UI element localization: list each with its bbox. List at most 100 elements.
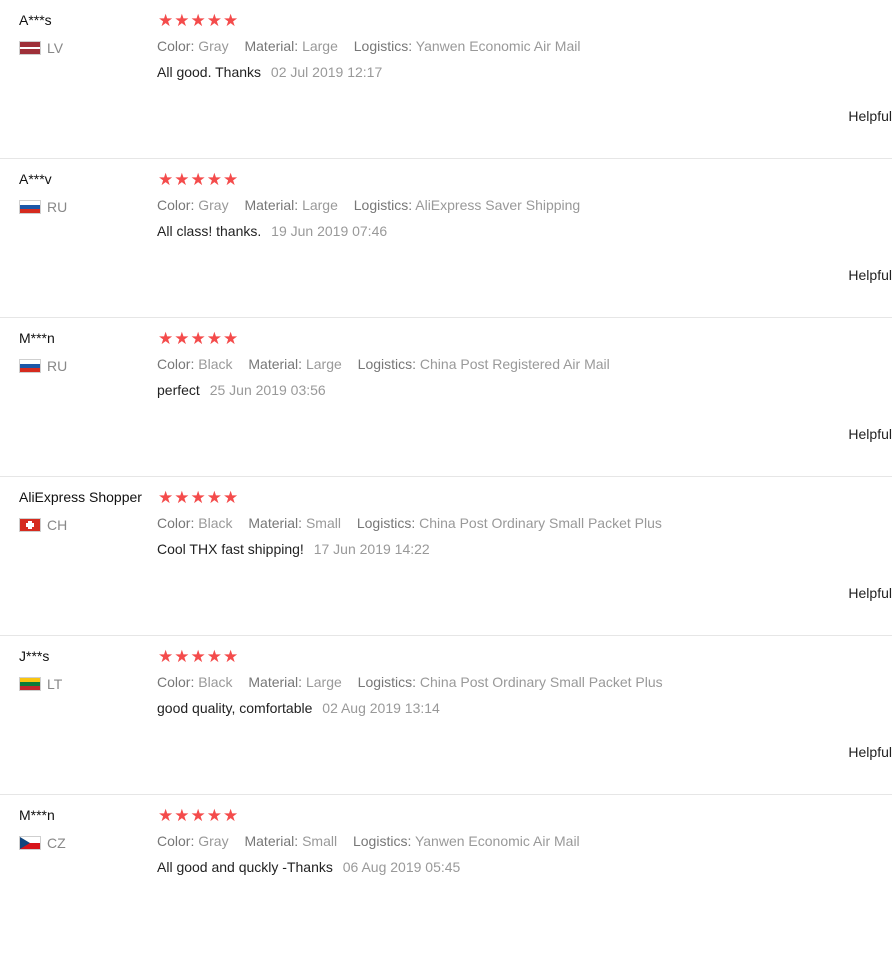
color-label: Color: (157, 38, 195, 54)
helpful-button[interactable]: Helpful (848, 744, 892, 760)
reviewer-name: AliExpress Shopper (19, 489, 142, 505)
review-item: M***n RU ★★★★★ Color: Black Material: La… (0, 318, 892, 477)
flag-lt-icon (19, 677, 41, 691)
product-attributes: Color: Black Material: Large Logistics: … (157, 674, 675, 690)
logistics-label: Logistics: (357, 356, 417, 372)
material-label: Material: (244, 197, 299, 213)
product-attributes: Color: Gray Material: Large Logistics: Y… (157, 38, 592, 54)
material-value: Small (302, 833, 338, 849)
reviewer-name: A***v (19, 171, 52, 187)
product-attributes: Color: Gray Material: Small Logistics: Y… (157, 833, 592, 849)
review-date: 06 Aug 2019 05:45 (342, 859, 461, 875)
reviewer-country: RU (19, 358, 67, 374)
review-item: A***v RU ★★★★★ Color: Gray Material: Lar… (0, 159, 892, 318)
material-value: Small (305, 515, 341, 531)
material-value: Large (302, 197, 338, 213)
material-value: Large (305, 356, 342, 372)
logistics-label: Logistics: (353, 197, 413, 213)
country-code: RU (47, 358, 68, 374)
helpful-button[interactable]: Helpful (848, 426, 892, 442)
logistics-value: AliExpress Saver Shipping (415, 197, 581, 213)
review-date: 25 Jun 2019 03:56 (209, 382, 326, 398)
color-label: Color: (157, 674, 195, 690)
logistics-label: Logistics: (356, 515, 416, 531)
helpful-button[interactable]: Helpful (848, 108, 892, 124)
review-item: M***n CZ ★★★★★ Color: Gray Material: Sma… (0, 795, 892, 954)
star-rating: ★★★★★ (158, 170, 240, 189)
review-feedback: good quality, comfortable 02 Aug 2019 13… (157, 700, 440, 716)
flag-ch-icon (19, 518, 41, 532)
country-code: RU (47, 199, 68, 215)
logistics-label: Logistics: (352, 833, 412, 849)
star-rating: ★★★★★ (158, 806, 240, 825)
review-feedback: perfect 25 Jun 2019 03:56 (157, 382, 326, 398)
product-attributes: Color: Black Material: Small Logistics: … (157, 515, 674, 531)
material-label: Material: (248, 674, 303, 690)
color-value: Gray (198, 833, 229, 849)
review-text: good quality, comfortable (157, 700, 313, 716)
reviewer-country: LV (19, 40, 63, 56)
helpful-button[interactable]: Helpful (848, 585, 892, 601)
flag-lv-icon (19, 41, 41, 55)
review-item: J***s LT ★★★★★ Color: Black Material: La… (0, 636, 892, 795)
logistics-value: China Post Ordinary Small Packet Plus (419, 674, 663, 690)
logistics-value: Yanwen Economic Air Mail (414, 833, 580, 849)
color-label: Color: (157, 833, 195, 849)
review-date: 19 Jun 2019 07:46 (271, 223, 388, 239)
color-value: Black (198, 515, 233, 531)
color-label: Color: (157, 356, 195, 372)
color-value: Black (198, 674, 233, 690)
review-date: 02 Jul 2019 12:17 (270, 64, 383, 80)
product-attributes: Color: Gray Material: Large Logistics: A… (157, 197, 592, 213)
review-feedback: Cool THX fast shipping! 17 Jun 2019 14:2… (157, 541, 430, 557)
color-label: Color: (157, 515, 195, 531)
logistics-label: Logistics: (353, 38, 413, 54)
review-feedback: All class! thanks. 19 Jun 2019 07:46 (157, 223, 387, 239)
review-text: All good and quckly -Thanks (157, 859, 333, 875)
country-code: CH (47, 517, 68, 533)
star-rating: ★★★★★ (158, 488, 240, 507)
reviewer-name: M***n (19, 330, 55, 346)
logistics-value: Yanwen Economic Air Mail (415, 38, 581, 54)
material-label: Material: (244, 38, 299, 54)
country-code: CZ (47, 835, 66, 851)
material-label: Material: (244, 833, 299, 849)
review-feedback: All good and quckly -Thanks 06 Aug 2019 … (157, 859, 460, 875)
flag-ru-icon (19, 200, 41, 214)
product-attributes: Color: Black Material: Large Logistics: … (157, 356, 622, 372)
review-text: All class! thanks. (157, 223, 262, 239)
review-feedback: All good. Thanks 02 Jul 2019 12:17 (157, 64, 382, 80)
material-label: Material: (248, 515, 303, 531)
logistics-value: China Post Ordinary Small Packet Plus (419, 515, 662, 531)
review-item: AliExpress Shopper CH ★★★★★ Color: Black… (0, 477, 892, 636)
star-rating: ★★★★★ (158, 11, 240, 30)
review-date: 17 Jun 2019 14:22 (313, 541, 430, 557)
logistics-label: Logistics: (357, 674, 417, 690)
material-value: Large (305, 674, 342, 690)
color-value: Gray (198, 197, 229, 213)
flag-ru-icon (19, 359, 41, 373)
reviewer-country: LT (19, 676, 62, 692)
color-label: Color: (157, 197, 195, 213)
logistics-value: China Post Registered Air Mail (419, 356, 610, 372)
country-code: LT (47, 676, 63, 692)
material-value: Large (302, 38, 338, 54)
reviewer-country: CH (19, 517, 67, 533)
reviewer-name: J***s (19, 648, 50, 664)
star-rating: ★★★★★ (158, 647, 240, 666)
reviewer-name: A***s (19, 12, 52, 28)
country-code: LV (47, 40, 64, 56)
material-label: Material: (248, 356, 303, 372)
review-text: Cool THX fast shipping! (157, 541, 304, 557)
reviewer-country: RU (19, 199, 67, 215)
color-value: Black (198, 356, 233, 372)
star-rating: ★★★★★ (158, 329, 240, 348)
review-date: 02 Aug 2019 13:14 (322, 700, 440, 716)
review-text: All good. Thanks (157, 64, 262, 80)
review-text: perfect (157, 382, 200, 398)
color-value: Gray (198, 38, 229, 54)
helpful-button[interactable]: Helpful (848, 267, 892, 283)
review-item: A***s LV ★★★★★ Color: Gray Material: Lar… (0, 0, 892, 159)
reviewer-name: M***n (19, 807, 55, 823)
review-list: A***s LV ★★★★★ Color: Gray Material: Lar… (0, 0, 892, 954)
